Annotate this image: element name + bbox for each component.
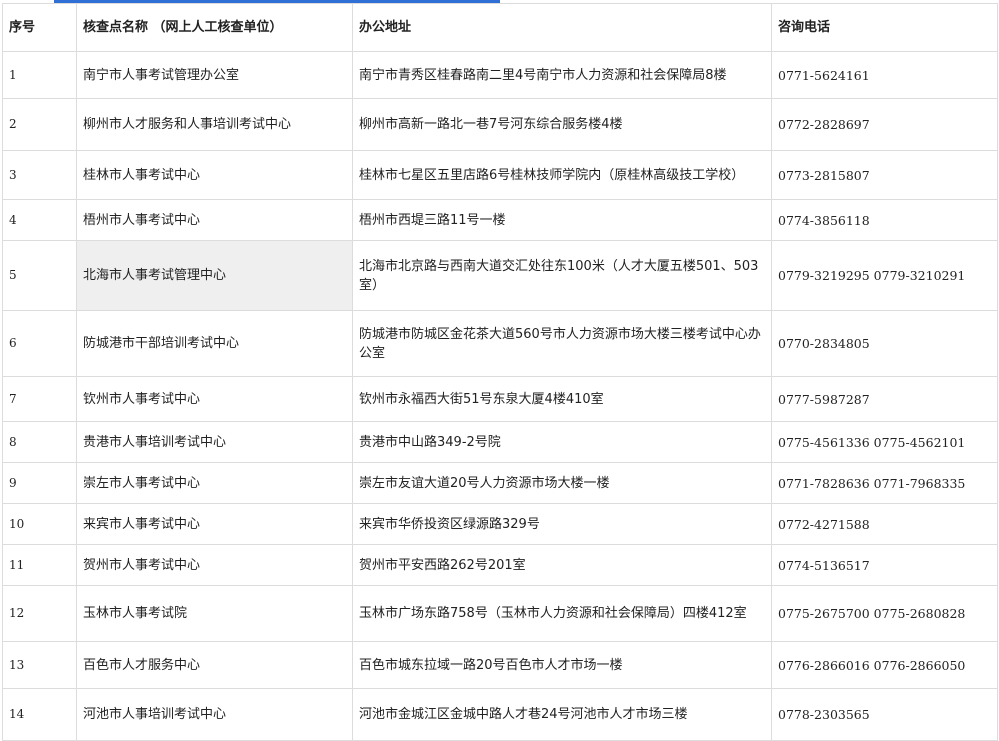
table-row: 2 柳州市人才服务和人事培训考试中心 柳州市高新一路北一巷7号河东综合服务楼4楼… xyxy=(2,98,998,151)
row-no: 13 xyxy=(2,641,77,689)
row-no: 7 xyxy=(2,376,77,422)
table-row: 12 玉林市人事考试院 玉林市广场东路758号（玉林市人力资源和社会保障局）四楼… xyxy=(2,585,998,642)
row-name: 桂林市人事考试中心 xyxy=(76,150,353,200)
row-phone: 0774-5136517 xyxy=(771,544,998,586)
row-name: 贺州市人事考试中心 xyxy=(76,544,353,586)
row-phone: 0773-2815807 xyxy=(771,150,998,200)
row-no: 9 xyxy=(2,462,77,504)
row-no: 3 xyxy=(2,150,77,200)
row-address: 贺州市平安西路262号201室 xyxy=(352,544,772,586)
row-no: 10 xyxy=(2,503,77,545)
row-address: 来宾市华侨投资区绿源路329号 xyxy=(352,503,772,545)
row-name: 南宁市人事考试管理办公室 xyxy=(76,51,353,99)
row-phone: 0775-2675700 0775-2680828 xyxy=(771,585,998,642)
table-row: 7 钦州市人事考试中心 钦州市永福西大街51号东泉大厦4楼410室 0777-5… xyxy=(2,376,998,422)
row-phone: 0779-3219295 0779-3210291 xyxy=(771,240,998,311)
row-address: 桂林市七星区五里店路6号桂林技师学院内（原桂林高级技工学校） xyxy=(352,150,772,200)
row-name: 百色市人才服务中心 xyxy=(76,641,353,689)
row-name: 梧州市人事考试中心 xyxy=(76,199,353,241)
row-no: 12 xyxy=(2,585,77,642)
row-address: 防城港市防城区金花茶大道560号市人力资源市场大楼三楼考试中心办公室 xyxy=(352,310,772,377)
row-name: 钦州市人事考试中心 xyxy=(76,376,353,422)
row-phone: 0775-4561336 0775-4562101 xyxy=(771,421,998,463)
table-row: 3 桂林市人事考试中心 桂林市七星区五里店路6号桂林技师学院内（原桂林高级技工学… xyxy=(2,150,998,200)
table-row: 10 来宾市人事考试中心 来宾市华侨投资区绿源路329号 0772-427158… xyxy=(2,503,998,545)
row-address: 梧州市西堤三路11号一楼 xyxy=(352,199,772,241)
table-header-row: 序号 核查点名称 （网上人工核查单位） 办公地址 咨询电话 xyxy=(2,3,998,52)
row-address: 南宁市青秀区桂春路南二里4号南宁市人力资源和社会保障局8楼 xyxy=(352,51,772,99)
table-row: 13 百色市人才服务中心 百色市城东拉域一路20号百色市人才市场一楼 0776-… xyxy=(2,641,998,689)
header-name: 核查点名称 （网上人工核查单位） xyxy=(76,3,353,52)
row-name: 贵港市人事培训考试中心 xyxy=(76,421,353,463)
table-row: 5 北海市人事考试管理中心 北海市北京路与西南大道交汇处往东100米（人才大厦五… xyxy=(2,240,998,311)
row-no: 6 xyxy=(2,310,77,377)
row-no: 8 xyxy=(2,421,77,463)
row-phone: 0777-5987287 xyxy=(771,376,998,422)
table-row: 11 贺州市人事考试中心 贺州市平安西路262号201室 0774-513651… xyxy=(2,544,998,586)
row-phone: 0770-2834805 xyxy=(771,310,998,377)
row-no: 2 xyxy=(2,98,77,151)
row-phone: 0772-4271588 xyxy=(771,503,998,545)
table-row: 1 南宁市人事考试管理办公室 南宁市青秀区桂春路南二里4号南宁市人力资源和社会保… xyxy=(2,51,998,99)
row-address: 百色市城东拉域一路20号百色市人才市场一楼 xyxy=(352,641,772,689)
row-phone: 0778-2303565 xyxy=(771,688,998,741)
row-no: 5 xyxy=(2,240,77,311)
row-name-highlighted: 北海市人事考试管理中心 xyxy=(76,240,353,311)
header-address: 办公地址 xyxy=(352,3,772,52)
row-name: 玉林市人事考试院 xyxy=(76,585,353,642)
header-phone: 咨询电话 xyxy=(771,3,998,52)
row-phone: 0776-2866016 0776-2866050 xyxy=(771,641,998,689)
table-row: 6 防城港市干部培训考试中心 防城港市防城区金花茶大道560号市人力资源市场大楼… xyxy=(2,310,998,377)
row-name: 崇左市人事考试中心 xyxy=(76,462,353,504)
row-phone: 0772-2828697 xyxy=(771,98,998,151)
row-phone: 0771-7828636 0771-7968335 xyxy=(771,462,998,504)
row-address: 河池市金城江区金城中路人才巷24号河池市人才市场三楼 xyxy=(352,688,772,741)
row-name: 柳州市人才服务和人事培训考试中心 xyxy=(76,98,353,151)
row-address: 崇左市友谊大道20号人力资源市场大楼一楼 xyxy=(352,462,772,504)
row-no: 14 xyxy=(2,688,77,741)
row-name: 来宾市人事考试中心 xyxy=(76,503,353,545)
row-address: 北海市北京路与西南大道交汇处往东100米（人才大厦五楼501、503室） xyxy=(352,240,772,311)
row-name: 河池市人事培训考试中心 xyxy=(76,688,353,741)
row-no: 11 xyxy=(2,544,77,586)
table-row: 14 河池市人事培训考试中心 河池市金城江区金城中路人才巷24号河池市人才市场三… xyxy=(2,688,998,741)
verification-points-table: 序号 核查点名称 （网上人工核查单位） 办公地址 咨询电话 1 南宁市人事考试管… xyxy=(2,3,998,741)
row-phone: 0774-3856118 xyxy=(771,199,998,241)
row-name: 防城港市干部培训考试中心 xyxy=(76,310,353,377)
row-phone: 0771-5624161 xyxy=(771,51,998,99)
table-row: 8 贵港市人事培训考试中心 贵港市中山路349-2号院 0775-4561336… xyxy=(2,421,998,463)
header-no: 序号 xyxy=(2,3,77,52)
row-address: 玉林市广场东路758号（玉林市人力资源和社会保障局）四楼412室 xyxy=(352,585,772,642)
row-no: 1 xyxy=(2,51,77,99)
row-address: 柳州市高新一路北一巷7号河东综合服务楼4楼 xyxy=(352,98,772,151)
table-row: 9 崇左市人事考试中心 崇左市友谊大道20号人力资源市场大楼一楼 0771-78… xyxy=(2,462,998,504)
row-address: 贵港市中山路349-2号院 xyxy=(352,421,772,463)
row-address: 钦州市永福西大街51号东泉大厦4楼410室 xyxy=(352,376,772,422)
row-no: 4 xyxy=(2,199,77,241)
table-row: 4 梧州市人事考试中心 梧州市西堤三路11号一楼 0774-3856118 xyxy=(2,199,998,241)
